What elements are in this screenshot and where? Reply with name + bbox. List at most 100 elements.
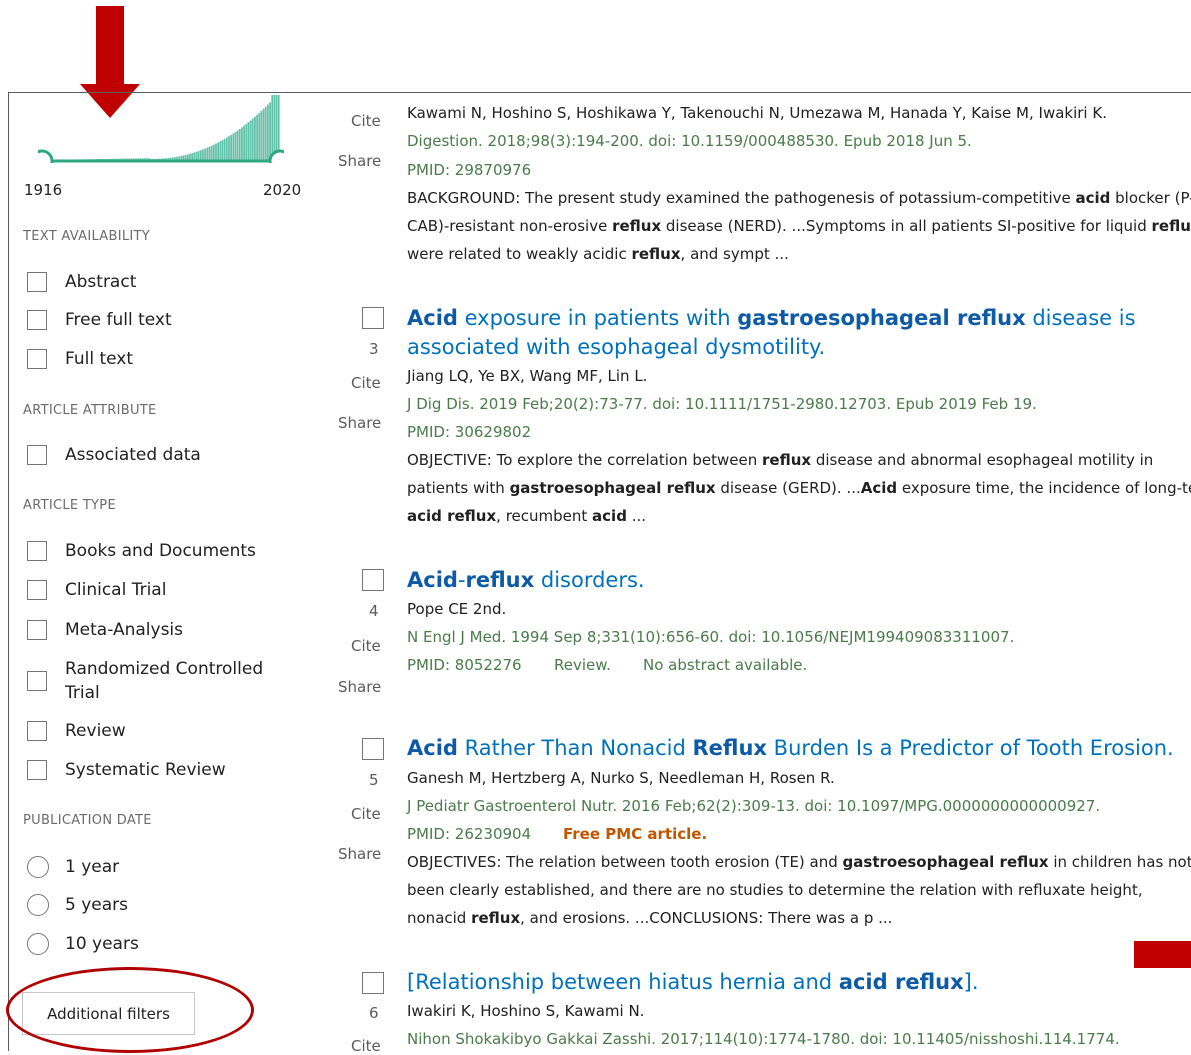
result-pmid[interactable]: PMID: 8052276 — [407, 651, 522, 679]
result-snippet: been clearly established, and there are … — [407, 881, 1143, 899]
histogram-bar — [243, 125, 245, 161]
filter-abstract[interactable]: Abstract — [27, 272, 136, 292]
filter-clinical-trial[interactable]: Clinical Trial — [27, 580, 166, 600]
year-end-label: 2020 — [263, 181, 302, 199]
filter-free-full-text[interactable]: Free full text — [27, 310, 172, 330]
cite-button[interactable]: Cite — [351, 1037, 381, 1055]
histogram-bar — [212, 144, 215, 161]
histogram-bar — [256, 114, 258, 161]
checkbox[interactable] — [27, 349, 47, 369]
result-title-link[interactable]: Acid Rather Than Nonacid Reflux Burden I… — [407, 734, 1177, 763]
histogram-bar — [245, 123, 248, 161]
slider-handle-start — [38, 149, 54, 163]
histogram-bar — [238, 128, 241, 161]
checkbox[interactable] — [27, 272, 47, 292]
histogram-bar — [234, 131, 237, 161]
filter-books-and-documents[interactable]: Books and Documents — [27, 541, 256, 561]
radio-button[interactable] — [27, 933, 49, 955]
year-start-label: 1916 — [24, 181, 63, 199]
review-label: Review. — [554, 656, 611, 674]
filter-review[interactable]: Review — [27, 721, 126, 741]
result-authors: Pope CE 2nd. — [407, 600, 507, 618]
filter-10-years[interactable]: 10 years — [27, 933, 139, 955]
radio-button[interactable] — [27, 894, 49, 916]
radio-button[interactable] — [27, 856, 49, 878]
checkbox[interactable] — [27, 760, 47, 780]
result-checkbox[interactable] — [362, 972, 384, 994]
result-number: 4 — [369, 602, 379, 620]
result-authors: Iwakiri K, Hoshino S, Kawami N. — [407, 1002, 645, 1020]
result-title-link[interactable]: Acid-reflux disorders. — [407, 566, 1177, 595]
checkbox[interactable] — [27, 721, 47, 741]
filter-5-years[interactable]: 5 years — [27, 894, 128, 916]
result-snippet: were related to weakly acidic reflux, an… — [407, 245, 789, 263]
result-authors: Ganesh M, Hertzberg A, Nurko S, Needlema… — [407, 769, 835, 787]
histogram-bar — [271, 95, 274, 161]
histogram-bar — [267, 104, 269, 161]
histogram-bar — [219, 141, 222, 161]
article-type-heading: ARTICLE TYPE — [23, 498, 116, 513]
result-checkbox[interactable] — [362, 738, 384, 760]
checkbox[interactable] — [27, 445, 47, 465]
free-pmc-article-link[interactable]: Free PMC article. — [563, 820, 707, 848]
filter-full-text[interactable]: Full text — [27, 349, 133, 369]
result-citation: J Dig Dis. 2019 Feb;20(2):73-77. doi: 10… — [407, 395, 1037, 413]
result-snippet: BACKGROUND: The present study examined t… — [407, 189, 1191, 207]
result-authors: Kawami N, Hoshino S, Hoshikawa Y, Takeno… — [407, 104, 1107, 122]
red-rectangle-annotation — [1134, 941, 1191, 968]
histogram-bar — [262, 108, 265, 161]
no-abstract-label: No abstract available. — [643, 656, 808, 674]
result-pmid[interactable]: PMID: 29870976 — [407, 156, 531, 184]
histogram-bar — [232, 133, 235, 161]
histogram-bar — [254, 116, 256, 161]
result-pmid[interactable]: PMID: 26230904 — [407, 820, 531, 848]
share-button[interactable]: Share — [338, 414, 381, 432]
histogram-bar — [249, 120, 252, 161]
result-snippet: acid reflux, recumbent acid ... — [407, 507, 647, 525]
result-checkbox[interactable] — [362, 307, 384, 329]
checkbox[interactable] — [27, 580, 47, 600]
filter-systematic-review[interactable]: Systematic Review — [27, 760, 226, 780]
checkbox[interactable] — [27, 671, 47, 691]
histogram-bar — [202, 149, 204, 161]
filter-meta-analysis[interactable]: Meta-Analysis — [27, 620, 183, 640]
cite-button[interactable]: Cite — [351, 374, 381, 392]
result-pmid[interactable]: PMID: 30629802 — [407, 418, 531, 446]
cite-button[interactable]: Cite — [351, 805, 381, 823]
checkbox[interactable] — [27, 310, 47, 330]
histogram-bar — [264, 106, 267, 161]
result-checkbox[interactable] — [362, 569, 384, 591]
cite-button[interactable]: Cite — [351, 112, 381, 130]
histogram-bar — [221, 140, 224, 161]
result-citation: N Engl J Med. 1994 Sep 8;331(10):656-60.… — [407, 628, 1015, 646]
histogram-bar — [206, 147, 209, 161]
result-snippet: patients with gastroesophageal reflux di… — [407, 479, 1191, 497]
checkbox[interactable] — [27, 620, 47, 640]
checkbox[interactable] — [27, 541, 47, 561]
histogram-bar — [217, 142, 220, 161]
result-number: 3 — [369, 340, 379, 358]
histogram-bar — [241, 127, 243, 161]
filter-associated-data[interactable]: Associated data — [27, 445, 201, 465]
result-citation: J Pediatr Gastroenterol Nutr. 2016 Feb;6… — [407, 797, 1101, 815]
histogram-bar — [247, 122, 250, 161]
share-button[interactable]: Share — [338, 678, 381, 696]
share-button[interactable]: Share — [338, 152, 381, 170]
article-attribute-heading: ARTICLE ATTRIBUTE — [23, 403, 157, 418]
cite-button[interactable]: Cite — [351, 637, 381, 655]
filter-1-year[interactable]: 1 year — [27, 856, 119, 878]
histogram-bar — [251, 118, 254, 161]
histogram-bar — [204, 148, 207, 161]
result-snippet: OBJECTIVES: The relation between tooth e… — [407, 853, 1191, 871]
option-label-line1: Randomized Controlled — [65, 659, 264, 679]
share-button[interactable]: Share — [338, 845, 381, 863]
publication-year-histogram[interactable] — [38, 93, 284, 163]
result-title-link[interactable]: [Relationship between hiatus hernia and … — [407, 968, 1177, 997]
histogram-bar — [223, 138, 226, 161]
histogram-bar — [260, 110, 263, 161]
filter-randomized-controlled-trial[interactable]: Randomized Controlled Trial — [27, 657, 263, 705]
result-title-link[interactable]: Acid exposure in patients with gastroeso… — [407, 304, 1177, 362]
result-authors: Jiang LQ, Ye BX, Wang MF, Lin L. — [407, 367, 648, 385]
result-citation: Digestion. 2018;98(3):194-200. doi: 10.1… — [407, 132, 972, 150]
histogram-bar — [215, 143, 217, 161]
